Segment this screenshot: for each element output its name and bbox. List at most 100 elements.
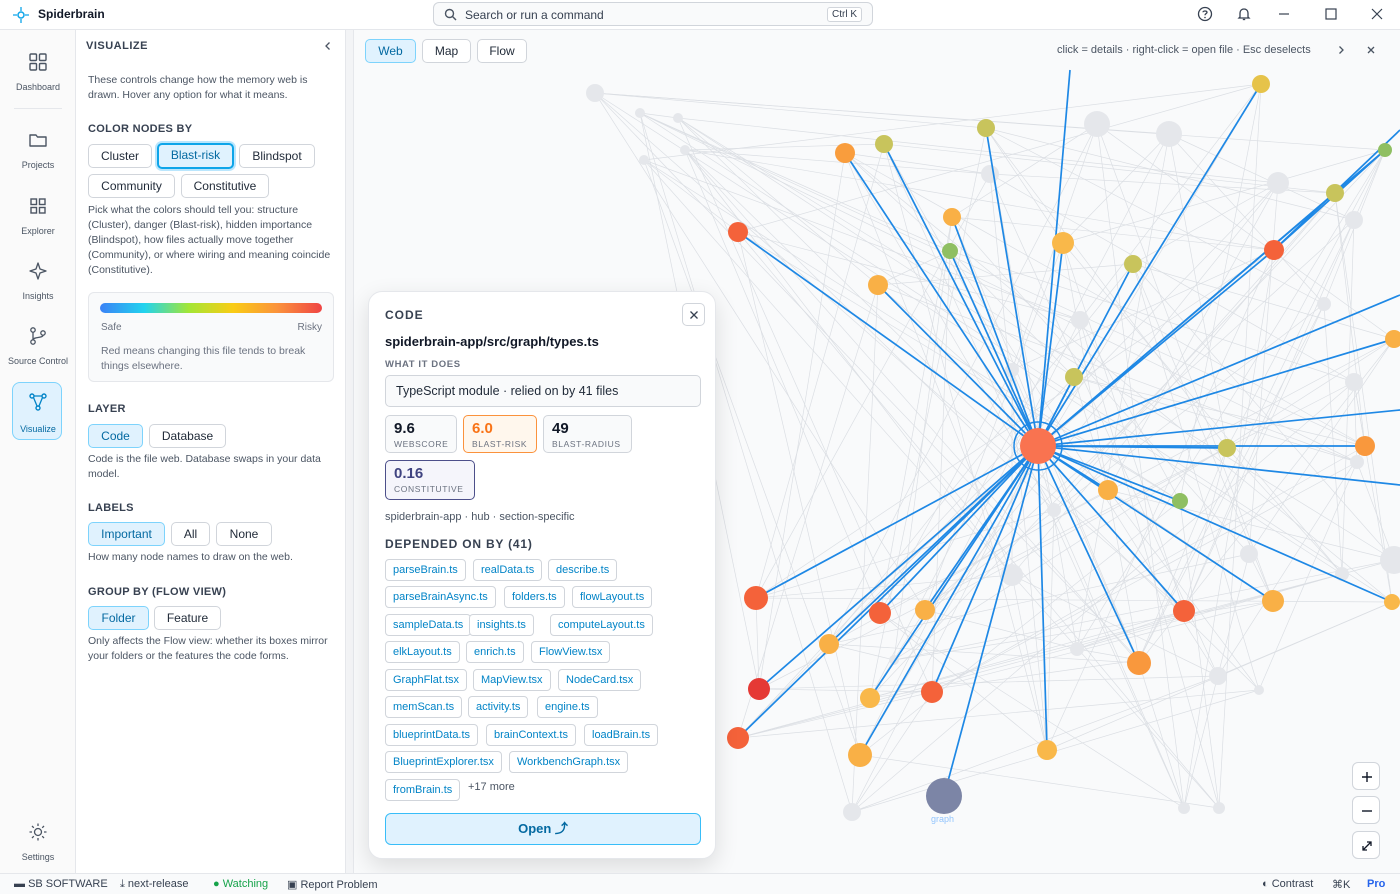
- background-node: [1084, 111, 1110, 137]
- help-icon[interactable]: [1197, 6, 1213, 22]
- dependent-file[interactable]: WorkbenchGraph.tsx: [509, 751, 629, 773]
- layer-help: Code is the file web. Database swaps in …: [88, 453, 321, 480]
- rail-item-dashboard[interactable]: Dashboard: [0, 44, 76, 104]
- labels-option-none[interactable]: None: [216, 522, 272, 546]
- dependent-file[interactable]: computeLayout.ts: [550, 614, 653, 636]
- rail-item-settings[interactable]: Settings: [0, 814, 76, 874]
- org-status[interactable]: ▬ SB SOFTWARE: [14, 878, 108, 890]
- dependent-file[interactable]: MapView.tsx: [473, 669, 551, 691]
- file-node: [848, 743, 872, 767]
- color-option-blindspot[interactable]: Blindspot: [239, 144, 315, 168]
- close-card-button[interactable]: [682, 303, 705, 326]
- rail-item-insights[interactable]: Insights: [0, 253, 76, 313]
- branch-label: next-release: [127, 878, 189, 890]
- background-edge: [758, 675, 1219, 690]
- rail-item-source-control[interactable]: Source Control: [0, 318, 76, 378]
- dependent-file[interactable]: elkLayout.ts: [385, 641, 460, 663]
- dependent-file[interactable]: insights.ts: [469, 614, 534, 636]
- dependent-file[interactable]: flowLayout.ts: [572, 586, 653, 608]
- command-shortcut[interactable]: ⌘K: [1332, 878, 1350, 891]
- watching-status[interactable]: ● Watching: [213, 878, 268, 890]
- dependent-file[interactable]: GraphFlat.tsx: [385, 669, 468, 691]
- rail-item-projects[interactable]: Projects: [0, 122, 76, 182]
- rail-label: Dashboard: [15, 82, 61, 92]
- dependent-file[interactable]: enrich.ts: [466, 641, 524, 663]
- fit-view-button[interactable]: [1352, 831, 1380, 859]
- layer-option-database[interactable]: Database: [149, 424, 226, 448]
- view-tab-map[interactable]: Map: [422, 39, 471, 63]
- metric-constitutive: 0.16 CONSTITUTIVE: [385, 460, 475, 500]
- dependent-file[interactable]: parseBrainAsync.ts: [385, 586, 496, 608]
- view-tab-flow[interactable]: Flow: [477, 39, 527, 63]
- branch-status[interactable]: ⤓ next-release: [120, 878, 188, 891]
- panel-resize-handle[interactable]: [346, 30, 354, 873]
- background-node: [1267, 172, 1289, 194]
- hub-node[interactable]: [1020, 428, 1056, 464]
- rail-item-visualize[interactable]: Visualize: [0, 382, 76, 442]
- layer-option-code[interactable]: Code: [88, 424, 143, 448]
- background-edge: [1183, 447, 1228, 612]
- dependent-file[interactable]: describe.ts: [548, 559, 618, 581]
- dependent-file[interactable]: BlueprintExplorer.tsx: [385, 751, 502, 773]
- maximize-icon[interactable]: [1323, 6, 1339, 22]
- group-by-help: Only affects the Flow view: whether its …: [88, 635, 328, 662]
- background-edge: [1183, 303, 1325, 612]
- metric-label: BLAST-RISK: [472, 439, 528, 449]
- background-edge: [1062, 242, 1140, 661]
- dependent-file[interactable]: activity.ts: [468, 696, 529, 718]
- more-dependents[interactable]: +17 more: [468, 781, 515, 793]
- dependent-file[interactable]: loadBrain.ts: [584, 724, 659, 746]
- app-name: Spiderbrain: [38, 7, 105, 21]
- color-option-cluster[interactable]: Cluster: [88, 144, 152, 168]
- labels-option-all[interactable]: All: [171, 522, 210, 546]
- network-icon: [29, 393, 47, 411]
- color-option-blast-risk[interactable]: Blast-risk: [157, 143, 234, 169]
- dependent-file[interactable]: realData.ts: [473, 559, 543, 581]
- background-edge: [1138, 303, 1325, 661]
- color-option-constitutive[interactable]: Constitutive: [181, 174, 269, 198]
- open-file-button[interactable]: Open ⤴: [385, 813, 701, 845]
- view-tab-web[interactable]: Web: [365, 39, 416, 63]
- minimize-icon[interactable]: [1276, 6, 1292, 22]
- close-window-icon[interactable]: [1369, 6, 1385, 22]
- dependent-file[interactable]: brainContext.ts: [486, 724, 576, 746]
- close-hint-icon[interactable]: [1366, 45, 1376, 55]
- background-node: [981, 165, 999, 183]
- background-node: [1209, 667, 1227, 685]
- group-option-folder[interactable]: Folder: [88, 606, 149, 630]
- rail-label: Insights: [22, 291, 54, 301]
- rail-item-explorer[interactable]: Explorer: [0, 188, 76, 248]
- command-search[interactable]: Search or run a command Ctrl K: [433, 2, 873, 26]
- background-edge: [737, 691, 933, 739]
- watching-label: Watching: [222, 878, 269, 890]
- chevron-right-icon[interactable]: [1336, 45, 1346, 55]
- report-problem[interactable]: ▣ Report Problem: [287, 878, 378, 891]
- plan-badge[interactable]: Pro: [1367, 878, 1385, 890]
- dependency-edge: [943, 445, 1039, 797]
- graph-folder-node[interactable]: [926, 778, 962, 814]
- dependent-file[interactable]: memScan.ts: [385, 696, 463, 718]
- dependent-file[interactable]: folders.ts: [504, 586, 565, 608]
- background-node: [680, 145, 690, 155]
- dependent-file[interactable]: parseBrain.ts: [385, 559, 466, 581]
- dependent-file[interactable]: blueprintData.ts: [385, 724, 479, 746]
- metric-label: BLAST-RADIUS: [552, 439, 621, 449]
- color-option-community[interactable]: Community: [88, 174, 175, 198]
- dependent-file[interactable]: NodeCard.tsx: [558, 669, 642, 691]
- dependent-file[interactable]: fromBrain.ts: [385, 779, 461, 801]
- metric-webscore: 9.6 WEBSCORE: [385, 415, 457, 453]
- contrast-toggle[interactable]: ◐ Contrast: [1262, 878, 1313, 890]
- dependent-file[interactable]: FlowView.tsx: [531, 641, 611, 663]
- zoom-in-button[interactable]: [1352, 762, 1380, 790]
- group-option-feature[interactable]: Feature: [154, 606, 221, 630]
- dependent-file[interactable]: engine.ts: [537, 696, 598, 718]
- background-node: [1240, 545, 1258, 563]
- zoom-out-button[interactable]: [1352, 796, 1380, 824]
- bell-icon[interactable]: [1236, 6, 1252, 22]
- branch-icon: ⤓: [120, 878, 128, 890]
- file-node: [1173, 600, 1195, 622]
- labels-option-important[interactable]: Important: [88, 522, 165, 546]
- background-node: [1350, 455, 1364, 469]
- chevron-left-icon[interactable]: [323, 41, 333, 51]
- dependent-file[interactable]: sampleData.ts: [385, 614, 472, 636]
